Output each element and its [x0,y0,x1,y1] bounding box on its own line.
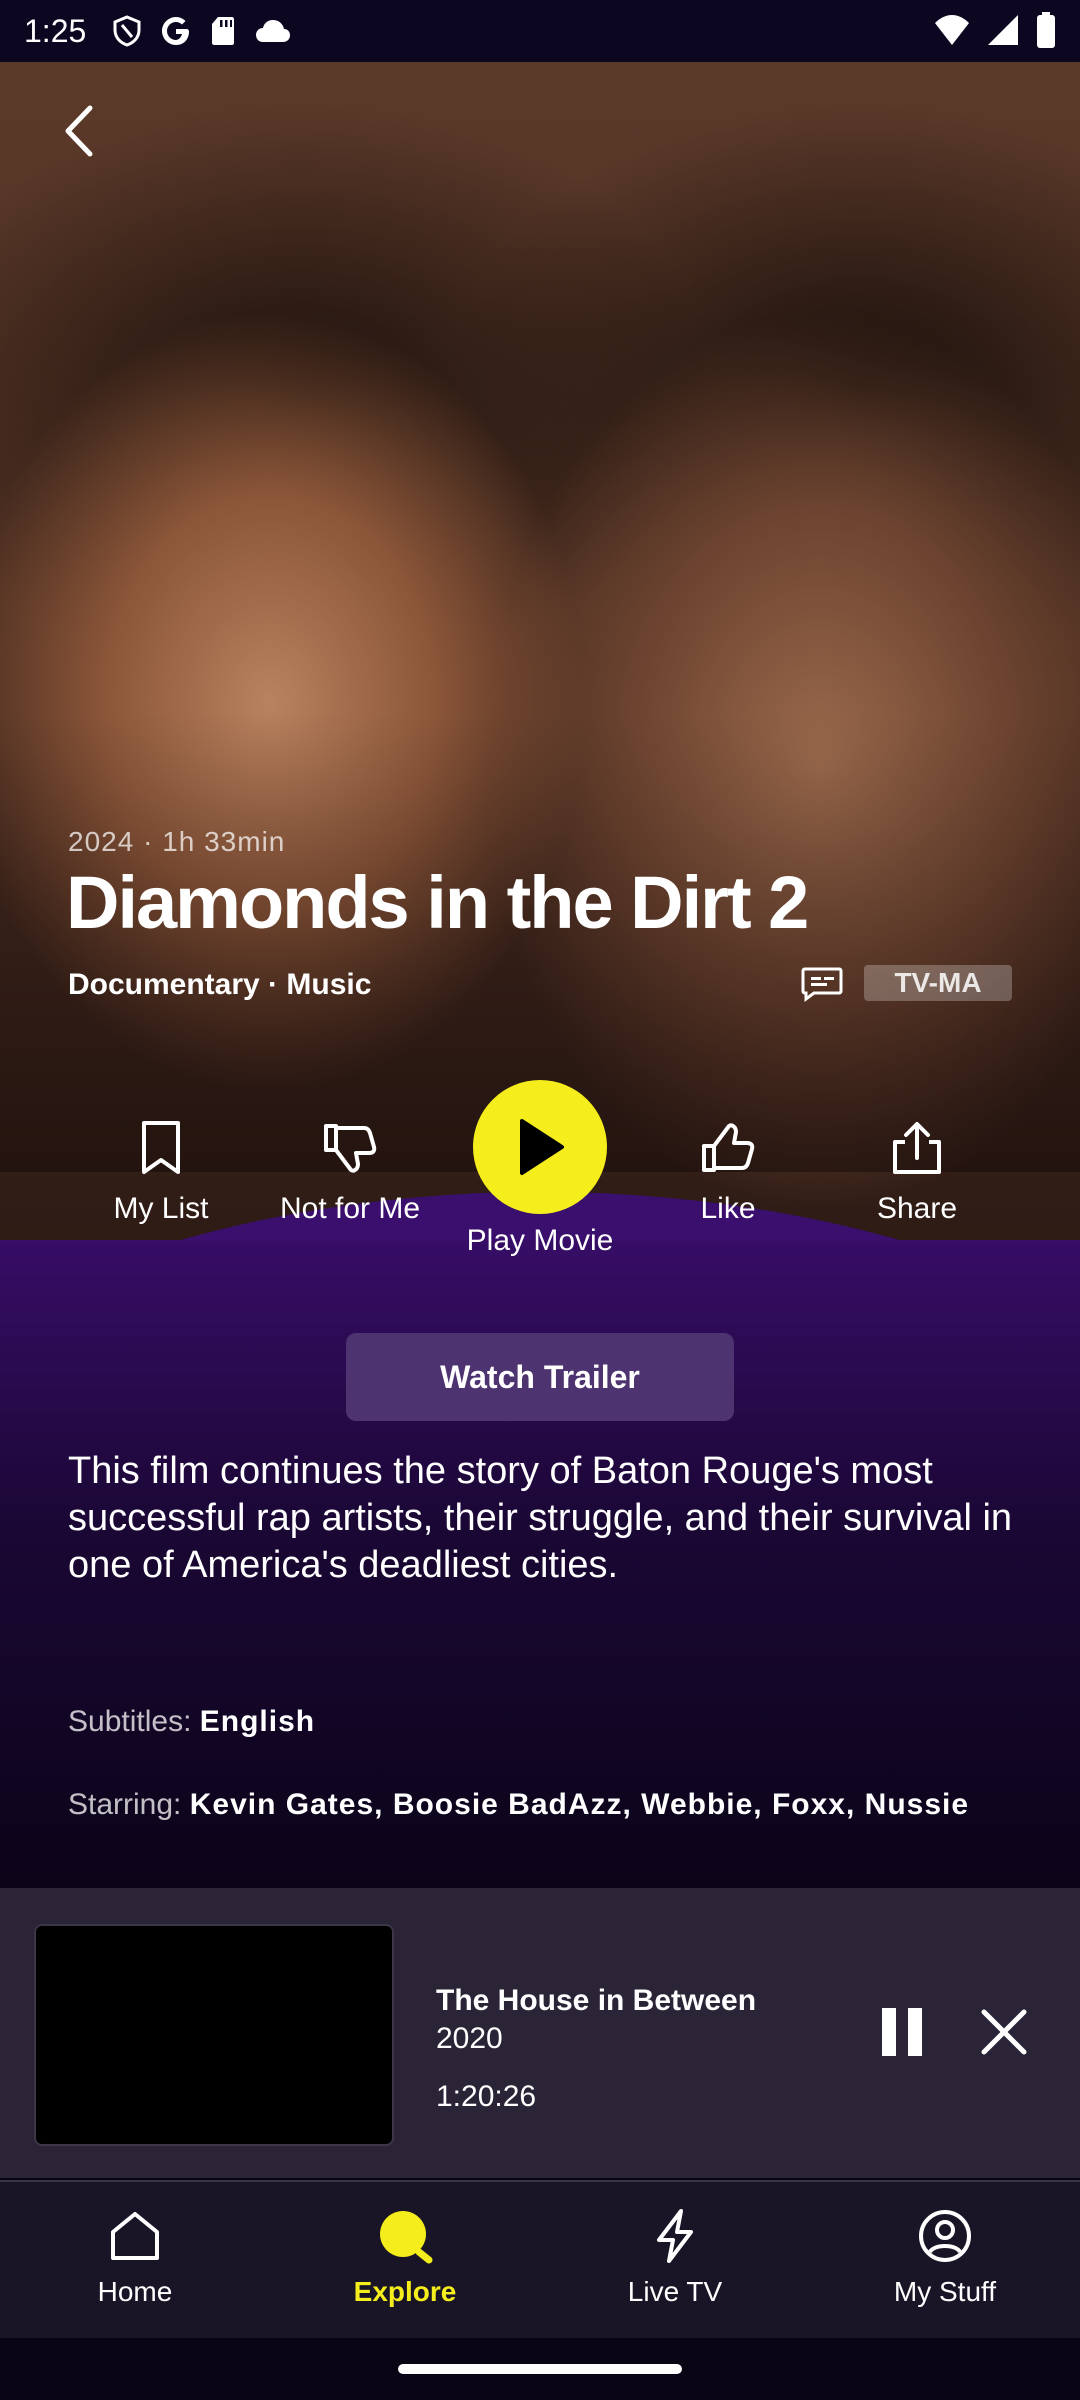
thumbs-down-icon [324,1124,377,1173]
subtitles-icon [801,967,843,1002]
mini-player-year: 2020 [436,2022,503,2055]
play-button-circle[interactable] [473,1080,607,1214]
not-for-me-button[interactable]: Not for Me [250,1118,450,1226]
play-movie-button[interactable]: Play Movie [440,1080,640,1258]
my-list-button[interactable]: My List [61,1118,261,1226]
home-icon [111,2212,159,2260]
movie-duration: 1h 33min [162,826,286,857]
tab-explore[interactable]: Explore [295,2208,515,2308]
lightning-icon [657,2209,693,2263]
explore-icon [380,2211,433,2264]
subtitles-row: Subtitles: English [68,1700,988,1744]
movie-year: 2024 [68,826,135,857]
starring-row: Starring: Kevin Gates, Boosie BadAzz, We… [68,1783,988,1827]
mini-player-thumbnail[interactable] [34,1924,394,2146]
starring-label: Starring: [68,1788,182,1821]
mini-player-title: The House in Between [436,1984,757,2017]
tab-live-tv-label: Live TV [627,2276,723,2307]
play-icon [520,1119,564,1175]
share-label: Share [876,1192,958,1225]
rating-badge: TV-MA [864,965,1012,1001]
sd-card-icon [212,17,235,45]
movie-title: Diamonds in the Dirt 2 [66,861,809,944]
status-time: 1:25 [24,12,87,49]
tab-explore-label: Explore [353,2276,457,2307]
tab-home[interactable]: Home [25,2208,245,2308]
my-list-label: My List [113,1192,209,1225]
tab-home-label: Home [97,2276,173,2307]
tab-live-tv[interactable]: Live TV [565,2208,785,2308]
status-bar: 1:25 [0,0,1080,62]
movie-description: This film continues the story of Baton R… [68,1450,1013,1586]
tab-my-stuff-label: My Stuff [893,2276,997,2307]
cloud-icon [256,20,291,42]
mini-player[interactable]: The House in Between 2020 1:20:26 [0,1888,1080,2178]
signal-icon [988,15,1018,45]
movie-genres: Documentary · Music [68,968,372,1001]
movie-meta: 2024 · 1h 33min [68,826,285,858]
back-icon[interactable] [52,96,112,166]
meta-separator: · [134,826,163,857]
share-icon [893,1122,941,1174]
play-movie-label: Play Movie [466,1224,614,1257]
subtitles-value: English [199,1705,316,1738]
tab-my-stuff[interactable]: My Stuff [835,2208,1055,2308]
share-button[interactable]: Share [817,1118,1017,1226]
bookmark-icon [142,1121,180,1174]
action-row: My List Not for Me Play Movie Like Share [0,1080,1080,1280]
bottom-tab-bar: Home Explore Live TV My Stuff [0,2180,1080,2340]
home-indicator[interactable] [398,2364,682,2374]
mini-player-time: 1:20:26 [436,2080,537,2113]
like-button[interactable]: Like [628,1118,828,1226]
close-icon[interactable] [974,2000,1034,2064]
not-for-me-label: Not for Me [279,1192,421,1225]
google-icon [162,17,190,45]
profile-icon [919,2210,971,2262]
shield-icon [113,15,141,47]
like-label: Like [700,1192,756,1225]
subtitles-label: Subtitles: [68,1705,192,1738]
watch-trailer-button[interactable]: Watch Trailer [346,1333,734,1421]
starring-value: Kevin Gates, Boosie BadAzz, Webbie, Foxx… [189,1788,970,1821]
thumbs-up-icon [702,1123,755,1172]
wifi-icon [935,15,969,45]
pause-icon[interactable] [872,2000,932,2064]
battery-icon [1037,12,1055,48]
